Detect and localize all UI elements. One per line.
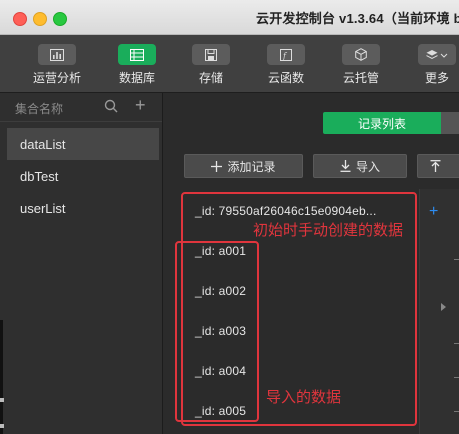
toolbar-label: 云托管 <box>342 71 379 85</box>
tab-secondary[interactable] <box>441 112 459 134</box>
toolbar-item-hosting[interactable]: 云托管 <box>325 44 397 86</box>
window-titlebar: 云开发控制台 v1.3.64（当前环境 b <box>0 0 459 35</box>
toolbar-item-more[interactable]: 更多 <box>401 44 459 86</box>
toolbar-item-storage[interactable]: 存储 <box>175 44 247 86</box>
chart-icon <box>38 44 76 65</box>
toolbar-label: 运营分析 <box>32 71 81 85</box>
divider <box>454 411 459 412</box>
main-toolbar: 运营分析 数据库 存储 f 云函数 云托管 更多 <box>0 35 459 93</box>
toolbar-label: 云函数 <box>267 71 304 85</box>
sidebar-item-datalist[interactable]: dataList <box>7 128 159 160</box>
import-label: 导入 <box>355 159 380 174</box>
plus-icon <box>211 160 223 172</box>
divider <box>454 377 459 378</box>
expand-caret-icon[interactable] <box>441 303 446 311</box>
window-edge <box>0 320 3 434</box>
download-icon <box>340 160 351 172</box>
divider <box>454 343 459 344</box>
minimize-window-button[interactable] <box>33 12 47 26</box>
collection-sidebar: 集合名称 + dataList dbTest userList <box>0 93 163 434</box>
layers-icon <box>418 44 456 65</box>
toolbar-item-database[interactable]: 数据库 <box>101 44 173 86</box>
search-icon[interactable] <box>104 99 118 118</box>
sidebar-header: 集合名称 + <box>0 93 162 122</box>
add-collection-icon[interactable]: + <box>135 96 146 114</box>
import-button[interactable]: 导入 <box>313 154 407 178</box>
toolbar-label: 数据库 <box>118 71 155 85</box>
sidebar-item-dbtest[interactable]: dbTest <box>7 160 159 192</box>
toolbar-item-functions[interactable]: f 云函数 <box>250 44 322 86</box>
annotation-manual-label: 初始时手动创建的数据 <box>253 222 404 239</box>
collection-name: dbTest <box>20 169 59 184</box>
upload-icon <box>430 160 441 172</box>
window-edge <box>0 424 4 428</box>
cube-icon <box>342 44 380 65</box>
toolbar-label: 存储 <box>198 71 223 85</box>
sidebar-title: 集合名称 <box>15 102 64 116</box>
window-title: 云开发控制台 v1.3.64（当前环境 b <box>256 11 459 26</box>
storage-icon <box>192 44 230 65</box>
database-icon <box>118 44 156 65</box>
add-record-button[interactable]: 添加记录 <box>184 154 303 178</box>
divider <box>454 259 459 260</box>
annotation-box-import <box>175 241 259 422</box>
add-record-label: 添加记录 <box>227 159 276 174</box>
zoom-window-button[interactable] <box>53 12 67 26</box>
export-button[interactable] <box>417 154 459 178</box>
window-edge <box>0 398 4 402</box>
toolbar-label: 更多 <box>424 71 449 85</box>
add-field-icon[interactable]: + <box>429 203 438 221</box>
function-icon: f <box>267 44 305 65</box>
svg-text:f: f <box>282 51 288 60</box>
toolbar-item-analytics[interactable]: 运营分析 <box>21 44 93 86</box>
sidebar-item-userlist[interactable]: userList <box>7 192 159 224</box>
annotation-import-label: 导入的数据 <box>266 389 342 406</box>
tab-record-list[interactable]: 记录列表 <box>323 112 441 134</box>
collection-name: userList <box>20 201 66 216</box>
collection-name: dataList <box>20 137 66 152</box>
record-detail-panel: + <box>419 189 459 434</box>
close-window-button[interactable] <box>13 12 27 26</box>
